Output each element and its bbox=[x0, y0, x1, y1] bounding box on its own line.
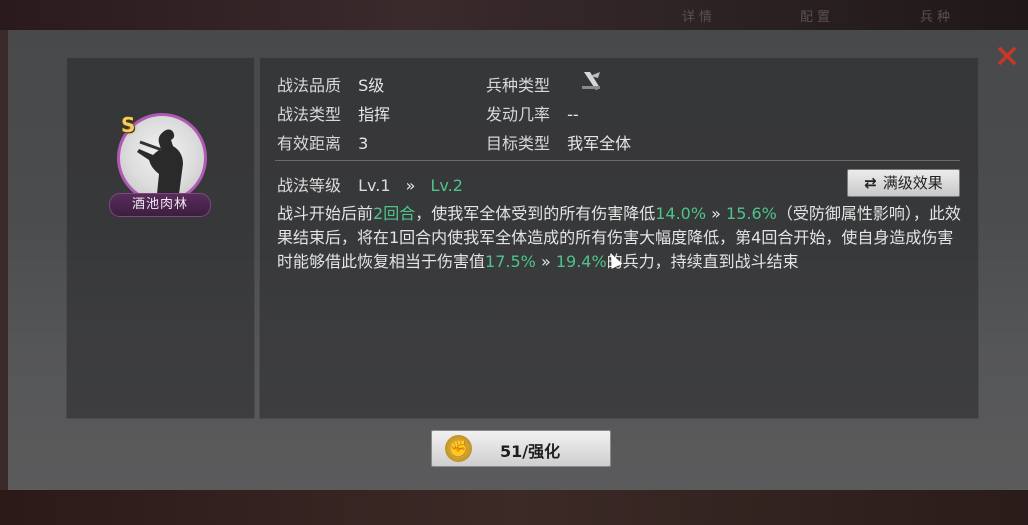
background-left-edge bbox=[0, 30, 8, 490]
level-next: Lv.2 bbox=[430, 176, 463, 195]
fist-icon: ✊ bbox=[445, 435, 472, 462]
background-tab-detail: 详情 bbox=[682, 10, 717, 25]
desc-value-current: 17.5% bbox=[485, 252, 536, 271]
trigger-row: 发动几率 -- bbox=[486, 101, 579, 125]
unit-type-label: 兵种类型 bbox=[486, 76, 551, 95]
background-bottom-bar bbox=[0, 490, 1028, 525]
enhance-button[interactable]: ✊ 51/强化 bbox=[431, 430, 611, 467]
type-row: 战法类型 指挥 bbox=[277, 101, 390, 125]
desc-value-current: 14.0% bbox=[655, 204, 707, 223]
level-arrow-icon: » bbox=[405, 176, 416, 195]
background-tab-troop: 兵种 bbox=[920, 10, 955, 25]
desc-rounds: 2回合 bbox=[373, 204, 416, 223]
unit-type-row: 兵种类型 bbox=[486, 72, 550, 96]
max-level-effect-button[interactable]: ⇄ 满级效果 bbox=[847, 169, 960, 197]
tactic-portrait-card bbox=[66, 57, 255, 419]
unit-type-icon bbox=[582, 72, 600, 90]
trigger-label: 发动几率 bbox=[486, 105, 551, 124]
quality-label: 战法品质 bbox=[277, 76, 342, 95]
desc-arrow-icon: » bbox=[711, 204, 721, 223]
max-level-effect-label: 满级效果 bbox=[882, 174, 943, 192]
desc-text: 战斗开始后前 bbox=[277, 204, 374, 223]
desc-text: ，使我军全体受到的所有伤害降低 bbox=[415, 204, 656, 223]
level-label: 战法等级 bbox=[277, 176, 342, 195]
target-value: 我军全体 bbox=[567, 134, 632, 153]
background-top-bar bbox=[0, 0, 1028, 30]
section-divider bbox=[275, 160, 960, 161]
background-tab-config: 配置 bbox=[800, 10, 835, 25]
quality-row: 战法品质 S级 bbox=[277, 72, 384, 96]
range-value: 3 bbox=[358, 134, 369, 153]
type-label: 战法类型 bbox=[277, 105, 342, 124]
target-label: 目标类型 bbox=[486, 134, 551, 153]
quality-value: S级 bbox=[358, 76, 385, 95]
range-row: 有效距离 3 bbox=[277, 130, 368, 154]
tactic-name-banner: 酒池肉林 bbox=[109, 193, 211, 217]
type-value: 指挥 bbox=[358, 105, 391, 124]
level-row: 战法等级 Lv.1 » Lv.2 bbox=[277, 172, 463, 196]
desc-value-next: 15.6% bbox=[726, 204, 777, 223]
enhance-label: 51/强化 bbox=[500, 442, 561, 461]
grade-s-badge: S bbox=[121, 113, 136, 137]
trigger-value: -- bbox=[567, 105, 579, 124]
target-row: 目标类型 我军全体 bbox=[486, 130, 631, 154]
swap-icon: ⇄ bbox=[864, 174, 877, 192]
range-label: 有效距离 bbox=[277, 134, 342, 153]
level-current: Lv.1 bbox=[358, 176, 391, 195]
desc-text: 的兵力，持续直到战斗结束 bbox=[606, 252, 799, 271]
desc-arrow-icon: » bbox=[540, 252, 551, 271]
desc-value-next: 19.4% bbox=[555, 252, 607, 271]
close-icon[interactable]: × bbox=[990, 38, 1024, 72]
